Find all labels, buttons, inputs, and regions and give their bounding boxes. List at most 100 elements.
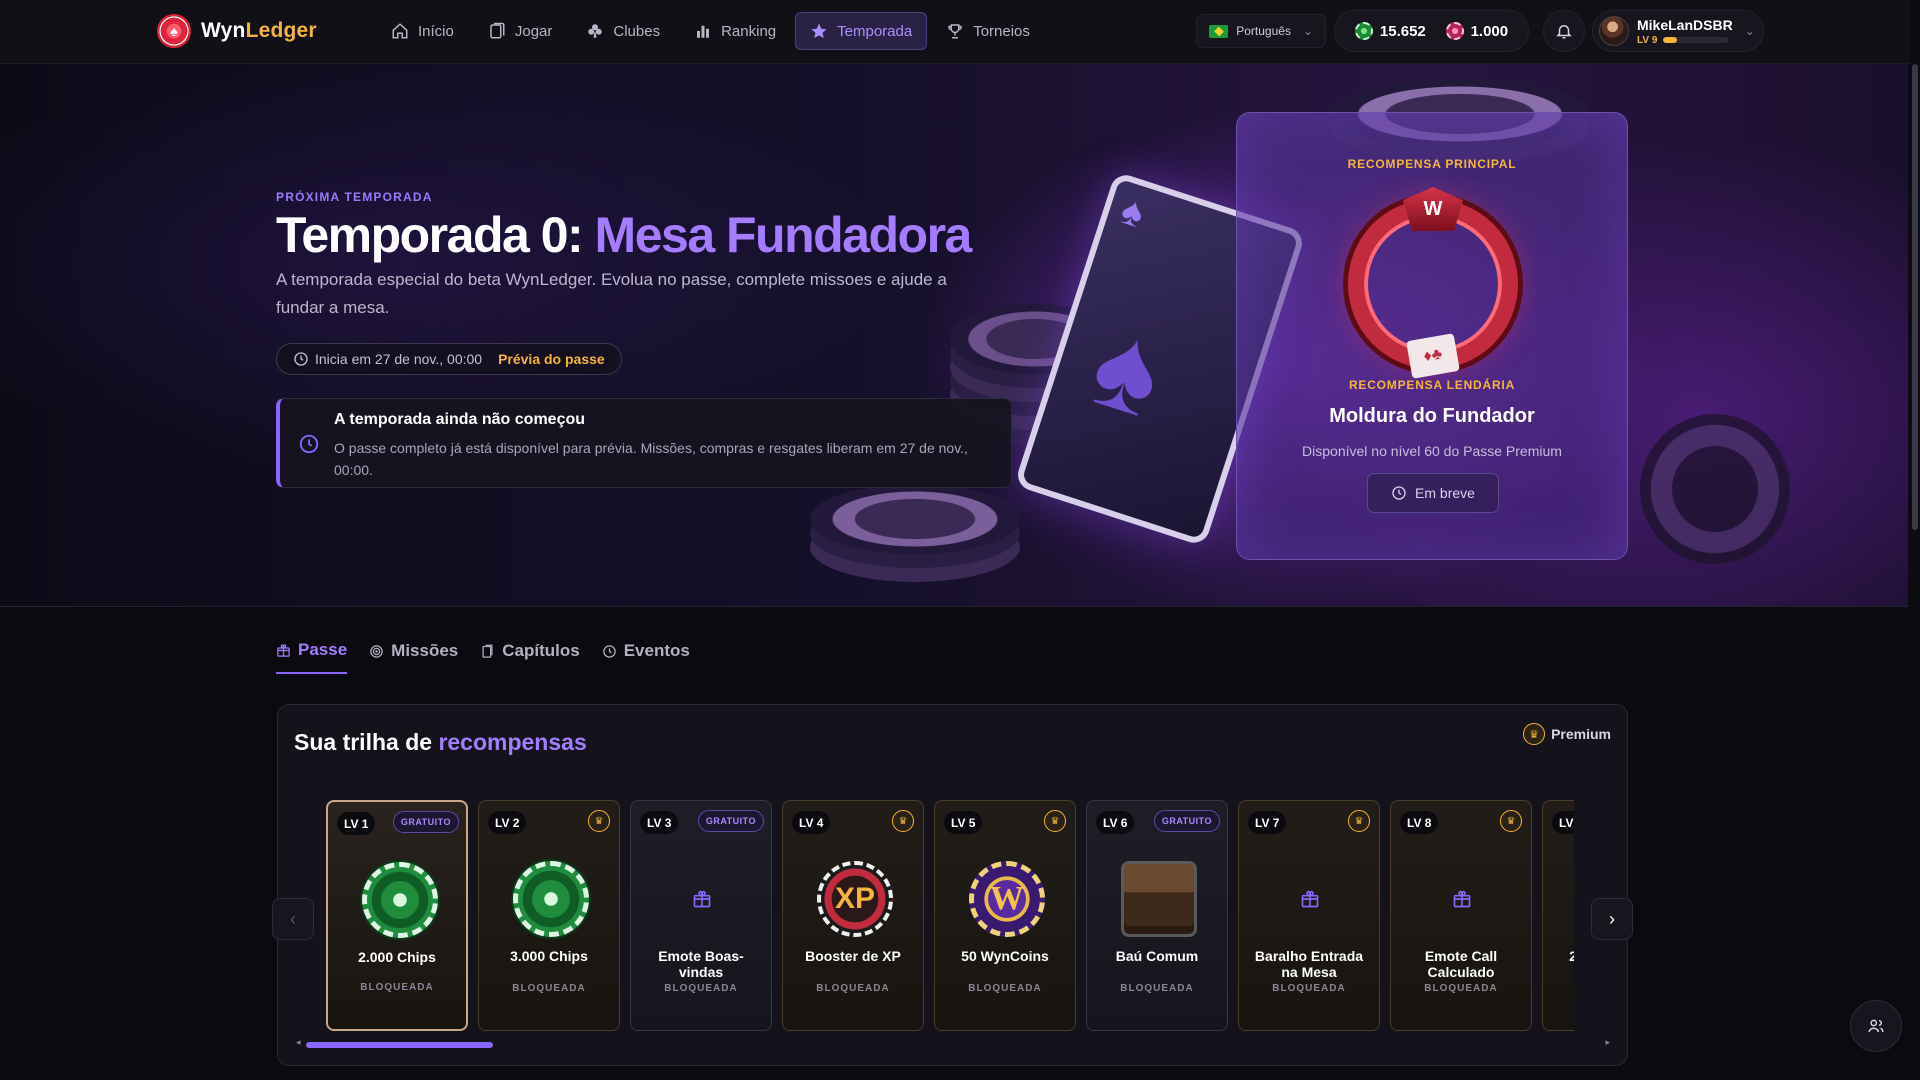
chip-stack-decoration bbox=[810, 484, 1020, 554]
gift-icon bbox=[277, 643, 290, 657]
gift-icon bbox=[1452, 889, 1472, 909]
premium-legend: ♛ Premium bbox=[1523, 723, 1611, 745]
page-scrollbar-thumb[interactable] bbox=[1912, 64, 1918, 530]
notice-body: O passe completo já está disponível para… bbox=[334, 440, 968, 478]
spade-icon: ♠ bbox=[1115, 188, 1150, 237]
tile-reward-name: Emote Call Calculado bbox=[1424, 948, 1498, 980]
tile-level-badge: LV 5 bbox=[944, 811, 983, 834]
main-reward-card: RECOMPENSA PRINCIPAL W ♦♣ RECOMPENSA LEN… bbox=[1236, 112, 1628, 560]
track-title-main: Sua trilha de bbox=[294, 729, 439, 755]
reward-tile[interactable]: LV 9♛W25 WynCoinsBLOQUEADA bbox=[1542, 800, 1574, 1031]
tile-status: BLOQUEADA bbox=[1543, 983, 1574, 994]
title-main: Temporada 0: bbox=[276, 207, 595, 263]
tab-label: Eventos bbox=[623, 641, 690, 660]
user-level: LV 9 bbox=[1637, 34, 1658, 46]
reward-track: Sua trilha de recompensas ♛ Premium LV 1… bbox=[277, 704, 1628, 1066]
reward-tile[interactable]: LV 5 ♛ W 50 WynCoins BLOQUEADA bbox=[934, 800, 1076, 1031]
tile-status: BLOQUEADA bbox=[968, 983, 1042, 994]
tile-status: BLOQUEADA bbox=[512, 983, 586, 994]
reward-tile[interactable]: LV 3 GRATUITO Emote Boas-vindas BLOQUEADA bbox=[630, 800, 772, 1031]
chips-balance: 15.652 bbox=[1354, 22, 1426, 40]
scroll-right-button[interactable]: › bbox=[1591, 898, 1633, 940]
nav-label: Início bbox=[418, 22, 454, 40]
clock-icon bbox=[602, 644, 616, 658]
club-icon bbox=[588, 24, 603, 38]
season-tabs: Passe Missões Capítulos Eventos bbox=[276, 640, 690, 674]
scroll-left-arrow-icon: ◂ bbox=[296, 1037, 301, 1047]
tab-passe[interactable]: Passe bbox=[276, 640, 348, 674]
reward-eyebrow: RECOMPENSA PRINCIPAL bbox=[1347, 157, 1517, 171]
reward-tile[interactable]: LV 6 GRATUITO Baú Comum BLOQUEADA bbox=[1086, 800, 1228, 1031]
clock-icon bbox=[294, 352, 308, 366]
tile-level-badge: LV 6 bbox=[1096, 811, 1135, 834]
language-selector[interactable]: Português ⌄ bbox=[1196, 14, 1326, 48]
tile-status: BLOQUEADA bbox=[1120, 983, 1194, 994]
preview-pass-link[interactable]: Prévia do passe bbox=[498, 351, 605, 367]
season-start-text: Inicia em 27 de nov., 00:00 bbox=[315, 351, 483, 367]
friends-button[interactable] bbox=[1850, 1000, 1902, 1052]
tile-status: BLOQUEADA bbox=[360, 982, 434, 993]
notice-title: A temporada ainda não começou bbox=[334, 411, 586, 428]
notifications-button[interactable] bbox=[1543, 10, 1585, 52]
reward-title: Moldura do Fundador bbox=[1329, 405, 1535, 427]
coming-soon-button[interactable]: Em breve bbox=[1367, 473, 1499, 513]
chevron-down-icon: ⌄ bbox=[1744, 24, 1755, 38]
tile-status: BLOQUEADA bbox=[1424, 983, 1498, 994]
brand-name: WynLedger bbox=[201, 19, 317, 43]
clock-icon bbox=[1392, 486, 1406, 500]
user-menu[interactable]: MikeLanDSBR LV 9 ⌄ bbox=[1592, 10, 1764, 52]
reward-tile[interactable]: LV 1 GRATUITO 2.000 Chips BLOQUEADA bbox=[326, 800, 468, 1031]
wyncoin-icon bbox=[1445, 22, 1464, 40]
nav-item-ranking[interactable]: Ranking bbox=[679, 12, 791, 50]
page-scrollbar[interactable] bbox=[1910, 0, 1920, 1080]
reward-tile[interactable]: LV 8 ♛ Emote Call Calculado BLOQUEADA bbox=[1390, 800, 1532, 1031]
scroll-left-button[interactable]: ‹ bbox=[272, 898, 314, 940]
hero-eyebrow: PRÓXIMA TEMPORADA bbox=[276, 190, 433, 204]
crown-icon: ♛ bbox=[1500, 810, 1522, 832]
brand-name-main: Wyn bbox=[201, 19, 246, 42]
tile-reward-name: Emote Boas-vindas bbox=[658, 948, 744, 980]
tab-missoes[interactable]: Missões bbox=[369, 640, 458, 674]
tab-eventos[interactable]: Eventos bbox=[602, 640, 690, 674]
nav-item-torneios[interactable]: Torneios bbox=[931, 12, 1045, 50]
clock-icon bbox=[299, 434, 319, 454]
nav-item-jogar[interactable]: Jogar bbox=[473, 12, 568, 50]
founder-crest-icon: W bbox=[1403, 187, 1463, 231]
xp-progress-fill bbox=[1663, 37, 1677, 43]
nav-item-inicio[interactable]: Início bbox=[376, 12, 469, 50]
wyncoin-icon: W bbox=[969, 861, 1045, 937]
language-label: Português bbox=[1236, 24, 1291, 38]
brand-logo[interactable]: ♠ WynLedger bbox=[157, 14, 317, 48]
tile-level-badge: LV 3 bbox=[640, 811, 679, 834]
tab-capitulos[interactable]: Capítulos bbox=[480, 640, 580, 674]
season-notice: A temporada ainda não começou O passe co… bbox=[276, 398, 1012, 488]
reward-tile[interactable]: LV 2 ♛ 3.000 Chips BLOQUEADA bbox=[478, 800, 620, 1031]
tile-reward-name: 2.000 Chips bbox=[358, 949, 436, 965]
nav-item-clubes[interactable]: Clubes bbox=[571, 12, 675, 50]
tile-reward-name: Baralho Entrada na Mesa bbox=[1254, 948, 1364, 980]
tile-level-badge: LV 7 bbox=[1248, 811, 1287, 834]
gift-icon bbox=[1300, 889, 1320, 909]
track-scrollbar-thumb[interactable] bbox=[306, 1042, 493, 1048]
reward-tile[interactable]: LV 4 ♛ XP Booster de XP BLOQUEADA bbox=[782, 800, 924, 1031]
tab-label: Passe bbox=[298, 640, 348, 659]
gift-icon bbox=[692, 889, 712, 909]
free-badge: GRATUITO bbox=[697, 810, 764, 832]
crown-icon: ♛ bbox=[1348, 810, 1370, 832]
top-navbar: ♠ WynLedger Início Jogar Clubes Ranking … bbox=[0, 0, 1910, 64]
tile-status: BLOQUEADA bbox=[1272, 983, 1346, 994]
tile-reward-name: 3.000 Chips bbox=[510, 948, 588, 964]
reward-description: Disponível no nível 60 do Passe Premium bbox=[1302, 443, 1562, 459]
balance-display[interactable]: 15.652 1.000 bbox=[1334, 10, 1529, 52]
crown-icon: ♛ bbox=[892, 810, 914, 832]
reward-rarity: RECOMPENSA LENDÁRIA bbox=[1348, 378, 1516, 392]
main-nav: Início Jogar Clubes Ranking Temporada To… bbox=[376, 12, 1045, 50]
track-scrollbar[interactable]: ◂ ▸ bbox=[296, 1037, 1610, 1048]
crown-icon: ♛ bbox=[1044, 810, 1066, 832]
season-hero: ♠ ♠ PRÓXIMA TEMPORADA Temporada 0: Mesa … bbox=[0, 64, 1908, 607]
target-icon bbox=[370, 644, 383, 658]
reward-tile[interactable]: LV 7 ♛ Baralho Entrada na Mesa BLOQUEADA bbox=[1238, 800, 1380, 1031]
nav-item-temporada[interactable]: Temporada bbox=[795, 12, 928, 50]
tab-label: Capítulos bbox=[502, 641, 580, 660]
tile-level-badge: LV 1 bbox=[337, 812, 376, 835]
